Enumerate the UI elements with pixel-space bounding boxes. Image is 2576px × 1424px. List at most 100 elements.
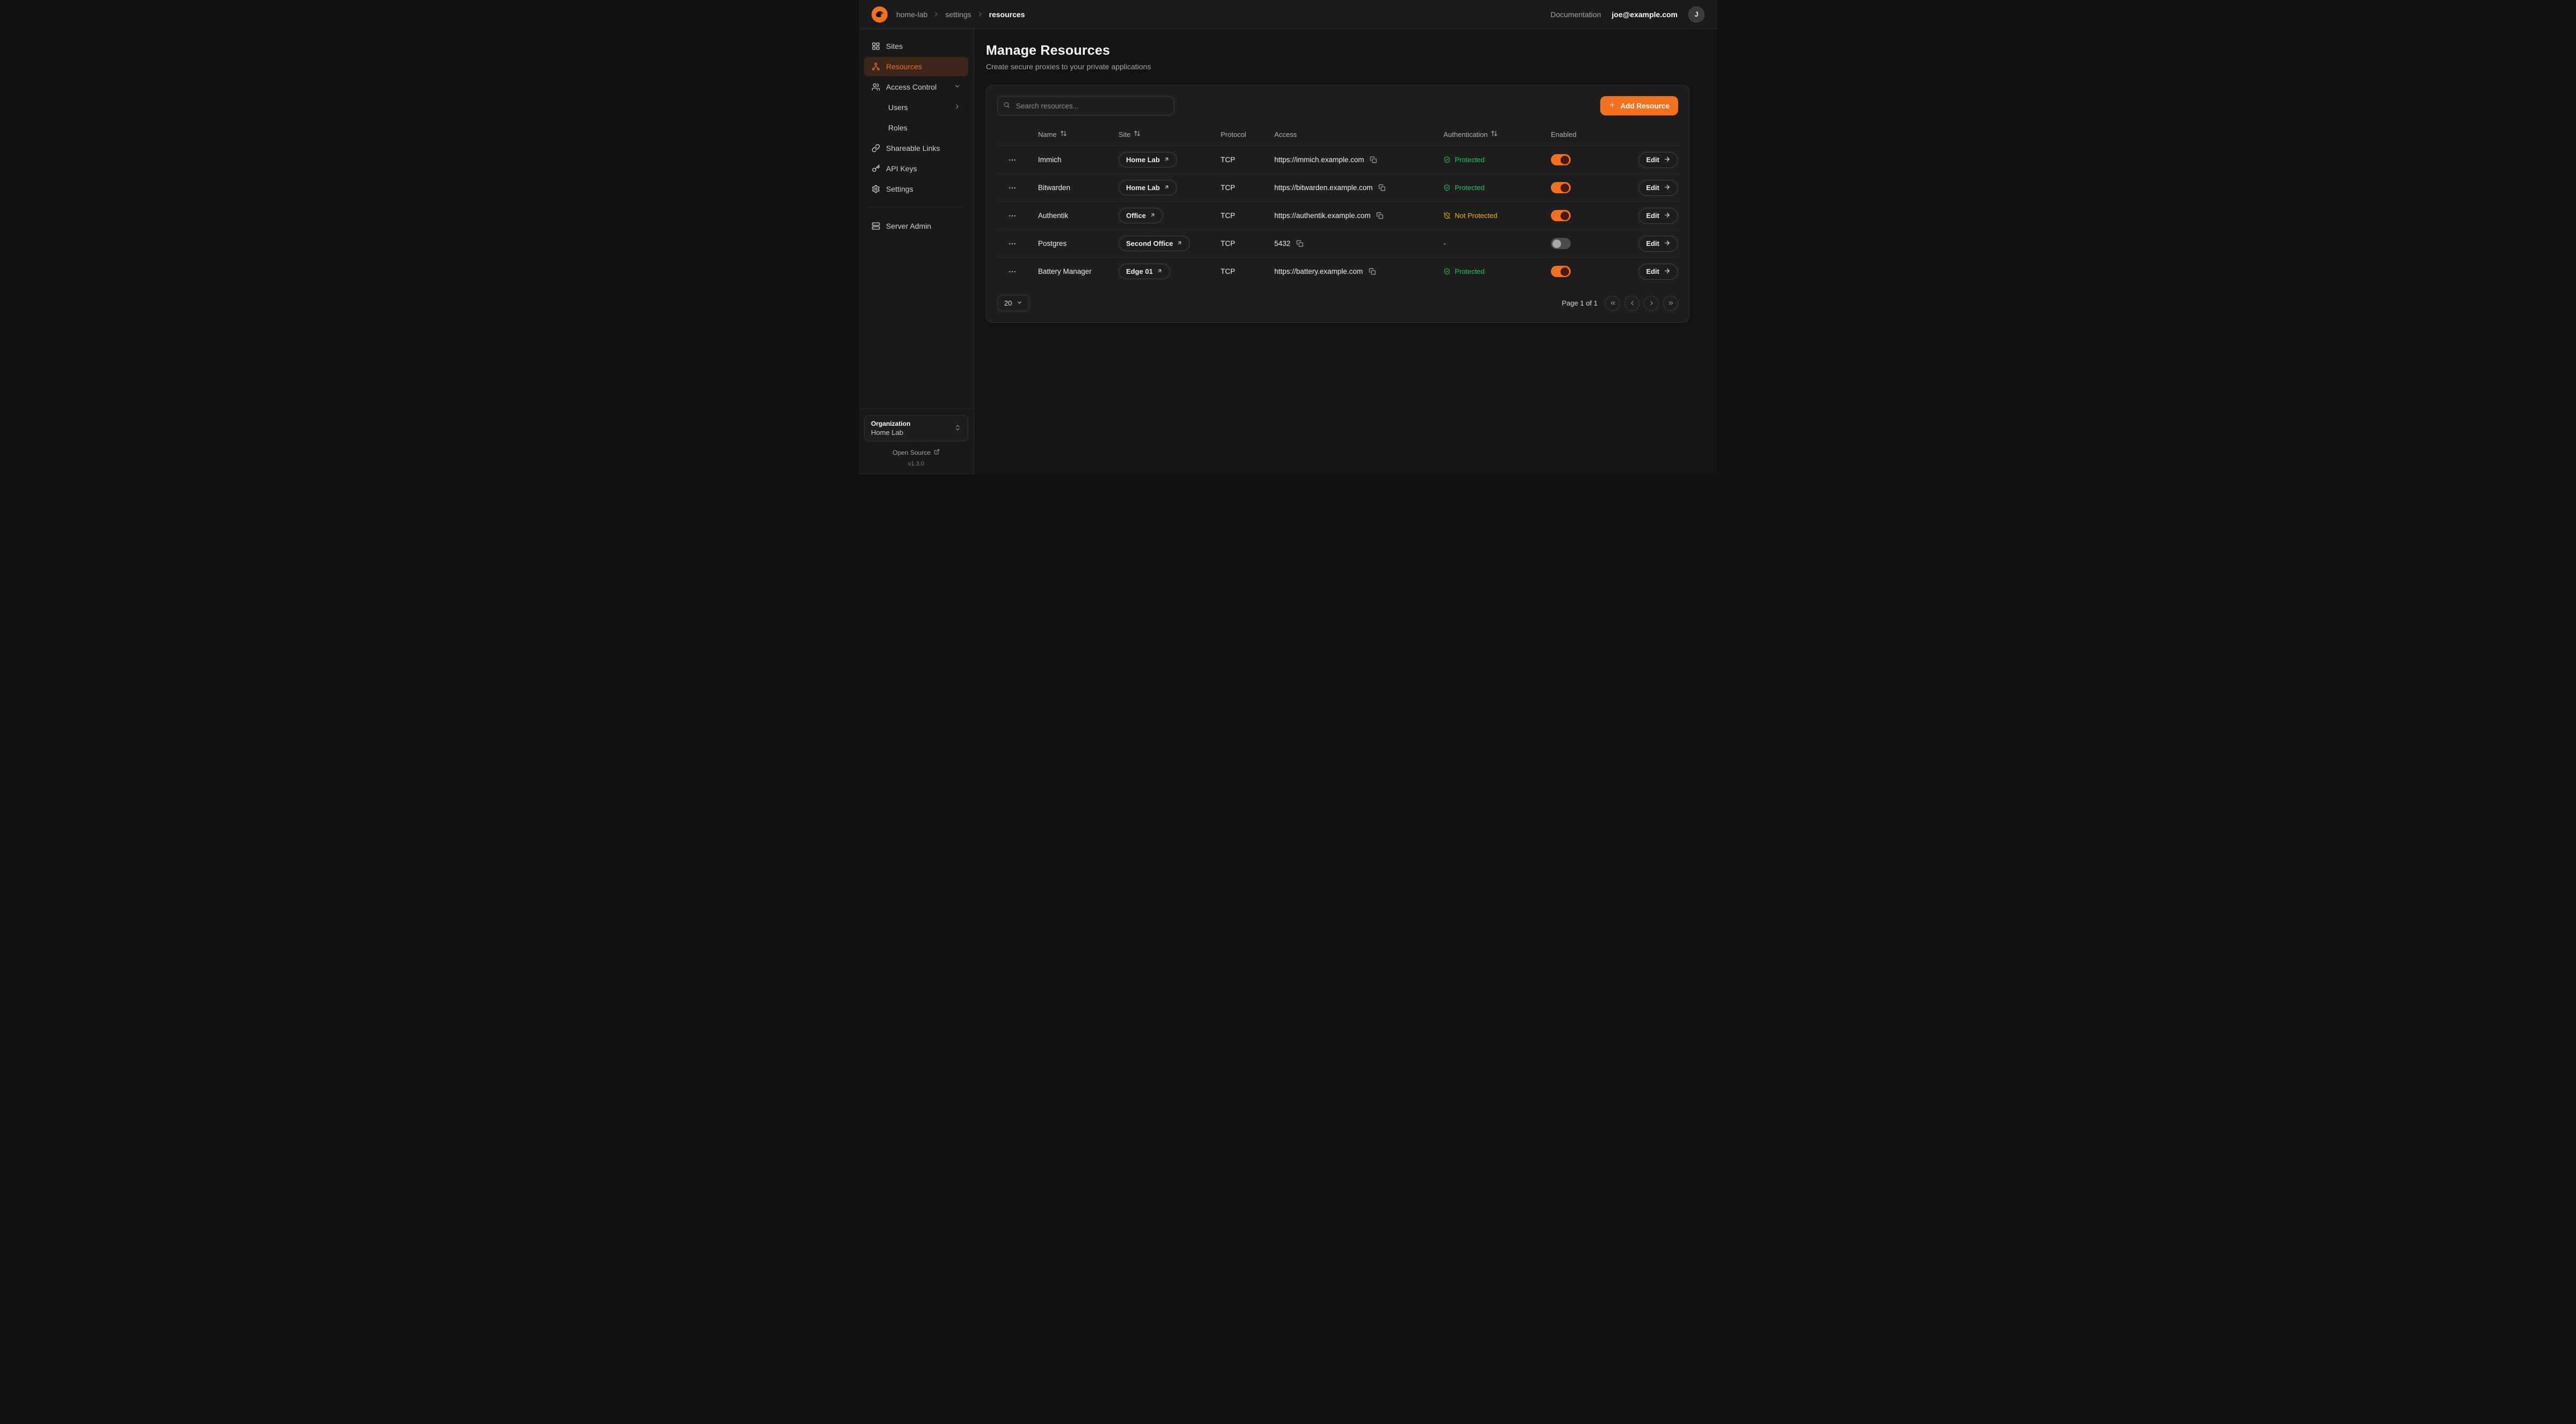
- protocol: TCP: [1221, 212, 1274, 220]
- external-link-icon: [934, 449, 940, 456]
- protocol: TCP: [1221, 184, 1274, 192]
- site-name: Office: [1126, 212, 1146, 220]
- copy-button[interactable]: [1295, 239, 1304, 248]
- add-resource-button[interactable]: Add Resource: [1600, 96, 1678, 115]
- auth-label: Protected: [1455, 184, 1485, 192]
- row-actions-button[interactable]: [1005, 209, 1020, 222]
- copy-button[interactable]: [1368, 267, 1377, 276]
- edit-button[interactable]: Edit: [1638, 152, 1678, 168]
- sidebar-item-label: Roles: [888, 123, 908, 132]
- sidebar-item-label: Access Control: [886, 83, 937, 91]
- edit-label: Edit: [1646, 184, 1659, 192]
- copy-button[interactable]: [1369, 155, 1378, 164]
- arrow-up-right-icon: [1164, 184, 1170, 192]
- sidebar-item-label: Users: [888, 103, 908, 112]
- sidebar-bottom: Organization Home Lab Open Source v1.3.0: [859, 408, 974, 469]
- site-name: Home Lab: [1126, 184, 1160, 192]
- row-actions-button[interactable]: [1005, 265, 1020, 278]
- site-link[interactable]: Office: [1119, 208, 1163, 223]
- column-header-name[interactable]: Name: [1038, 130, 1067, 139]
- chevrons-left-icon: [1609, 300, 1616, 307]
- site-link[interactable]: Home Lab: [1119, 180, 1177, 195]
- enabled-toggle[interactable]: [1551, 182, 1571, 193]
- edit-button[interactable]: Edit: [1638, 236, 1678, 252]
- edit-button[interactable]: Edit: [1638, 208, 1678, 224]
- auth-status: Protected: [1443, 156, 1551, 164]
- arrow-right-icon: [1664, 239, 1671, 248]
- enabled-toggle[interactable]: [1551, 210, 1571, 221]
- sidebar: Sites Resources Access Control Users: [859, 29, 974, 475]
- ellipsis-icon: [1008, 156, 1017, 164]
- open-source-link[interactable]: Open Source: [892, 449, 940, 456]
- enabled-toggle[interactable]: [1551, 154, 1571, 165]
- resource-name: Immich: [1038, 156, 1119, 164]
- sidebar-item-resources[interactable]: Resources: [864, 57, 968, 76]
- access-value: https://bitwarden.example.com: [1274, 184, 1373, 192]
- last-page-button[interactable]: [1663, 296, 1678, 311]
- edit-label: Edit: [1646, 212, 1659, 220]
- access-value: https://authentik.example.com: [1274, 212, 1370, 220]
- protocol: TCP: [1221, 156, 1274, 164]
- arrow-right-icon: [1664, 267, 1671, 276]
- table-header: Name Site Protocol Access: [997, 123, 1678, 146]
- avatar[interactable]: J: [1688, 6, 1704, 23]
- sidebar-item-server-admin[interactable]: Server Admin: [864, 216, 968, 236]
- row-actions-button[interactable]: [1005, 154, 1020, 166]
- edit-button[interactable]: Edit: [1638, 264, 1678, 280]
- page-size-value: 20: [1004, 299, 1012, 307]
- page-indicator: Page 1 of 1: [1562, 299, 1598, 307]
- sidebar-item-shareable-links[interactable]: Shareable Links: [864, 139, 968, 158]
- toggle-knob: [1552, 239, 1561, 248]
- sidebar-item-label: Sites: [886, 42, 903, 50]
- sort-icon: [1134, 130, 1141, 139]
- pager-buttons: [1605, 296, 1678, 311]
- copy-button[interactable]: [1375, 211, 1384, 220]
- breadcrumb-settings[interactable]: settings: [945, 10, 971, 19]
- page-subtitle: Create secure proxies to your private ap…: [986, 62, 1689, 71]
- chevron-down-icon: [954, 83, 961, 91]
- resource-name: Postgres: [1038, 239, 1119, 248]
- sidebar-item-roles[interactable]: Roles: [864, 118, 968, 137]
- arrow-up-right-icon: [1164, 156, 1170, 164]
- auth-status: Protected: [1443, 184, 1551, 192]
- search-input[interactable]: [997, 96, 1174, 115]
- site-link[interactable]: Edge 01: [1119, 264, 1170, 279]
- plus-icon: [1609, 101, 1616, 110]
- copy-button[interactable]: [1377, 183, 1387, 192]
- copy-icon: [1370, 156, 1377, 163]
- previous-page-button[interactable]: [1624, 296, 1639, 311]
- shield-off-icon: [1443, 212, 1450, 219]
- resource-name: Bitwarden: [1038, 184, 1119, 192]
- search-wrap: [997, 96, 1174, 115]
- sidebar-item-access-control[interactable]: Access Control: [864, 77, 968, 97]
- edit-button[interactable]: Edit: [1638, 180, 1678, 196]
- sidebar-item-api-keys[interactable]: API Keys: [864, 159, 968, 178]
- sidebar-item-users[interactable]: Users: [864, 98, 968, 117]
- breadcrumb-home-lab[interactable]: home-lab: [896, 10, 927, 19]
- enabled-toggle[interactable]: [1551, 238, 1571, 249]
- chevrons-up-down-icon: [954, 424, 961, 433]
- protocol: TCP: [1221, 267, 1274, 275]
- arrow-up-right-icon: [1177, 239, 1182, 248]
- pangolin-logo-icon: [874, 9, 886, 20]
- documentation-link[interactable]: Documentation: [1550, 10, 1601, 19]
- sidebar-item-sites[interactable]: Sites: [864, 37, 968, 56]
- organization-selector[interactable]: Organization Home Lab: [864, 415, 968, 441]
- add-resource-label: Add Resource: [1620, 102, 1670, 110]
- row-actions-button[interactable]: [1005, 181, 1020, 194]
- pangolin-logo[interactable]: [872, 6, 888, 23]
- sidebar-item-label: API Keys: [886, 164, 917, 173]
- table-toolbar: Add Resource: [997, 96, 1678, 115]
- next-page-button[interactable]: [1644, 296, 1659, 311]
- site-link[interactable]: Home Lab: [1119, 152, 1177, 168]
- page-size-select[interactable]: 20: [997, 295, 1029, 311]
- row-actions-button[interactable]: [1005, 237, 1020, 250]
- enabled-toggle[interactable]: [1551, 266, 1571, 277]
- column-label: Name: [1038, 130, 1057, 139]
- site-link[interactable]: Second Office: [1119, 236, 1190, 251]
- column-header-site[interactable]: Site: [1119, 130, 1141, 139]
- sidebar-item-settings[interactable]: Settings: [864, 179, 968, 199]
- column-header-authentication[interactable]: Authentication: [1443, 130, 1498, 139]
- site-name: Edge 01: [1126, 267, 1153, 275]
- first-page-button[interactable]: [1605, 296, 1620, 311]
